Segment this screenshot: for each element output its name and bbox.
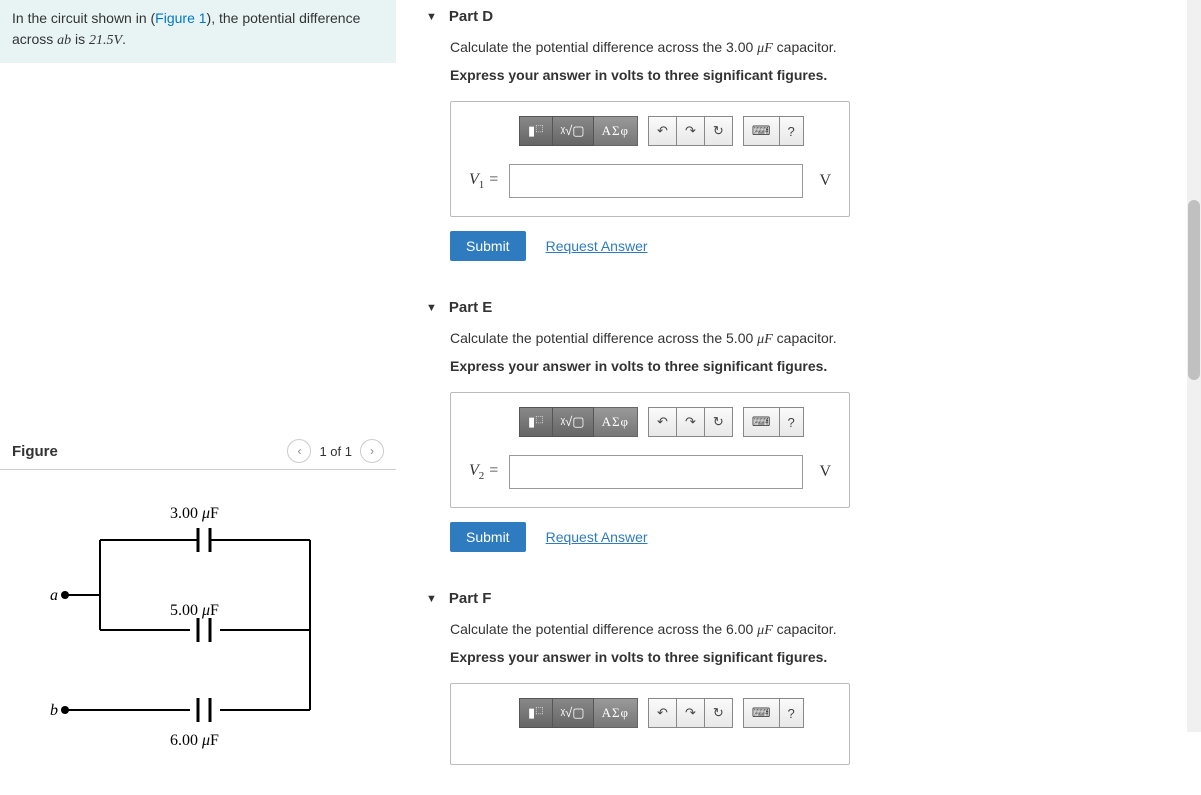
template-icon[interactable]: ▮⬚: [519, 698, 553, 728]
formula-toolbar: ▮⬚ᵡ√▢ΑΣφ ↶↷↻ ⌨?: [519, 116, 831, 146]
part-body: Calculate the potential difference acros…: [426, 330, 1181, 552]
greek-symbols-button[interactable]: ΑΣφ: [594, 698, 638, 728]
sigfig-text: Express your answer in volts to three si…: [450, 358, 1181, 374]
keyboard-icon[interactable]: ⌨: [743, 407, 780, 437]
reset-icon[interactable]: ↻: [705, 407, 733, 437]
action-row: Submit Request Answer: [450, 522, 1181, 552]
part-part-f: ▼ Part F Calculate the potential differenc…: [426, 582, 1181, 765]
greek-symbols-button[interactable]: ΑΣφ: [594, 407, 638, 437]
request-answer-link[interactable]: Request Answer: [546, 529, 648, 545]
part-part-d: ▼ Part D Calculate the potential differenc…: [426, 0, 1181, 261]
figure-count: 1 of 1: [319, 444, 352, 459]
sqrt-icon[interactable]: ᵡ√▢: [553, 116, 594, 146]
figure-next-button[interactable]: ›: [360, 439, 384, 463]
part-body: Calculate the potential difference acros…: [426, 39, 1181, 261]
part-title: Part E: [449, 299, 492, 316]
node-a-label: a: [50, 587, 58, 604]
sqrt-icon[interactable]: ᵡ√▢: [553, 698, 594, 728]
help-icon[interactable]: ?: [780, 698, 804, 728]
unit-label: V: [813, 172, 831, 190]
input-row: V2 = V: [469, 455, 831, 489]
input-row: V1 = V: [469, 164, 831, 198]
instruction-text: Calculate the potential difference acros…: [450, 39, 1181, 57]
part-title: Part D: [449, 8, 493, 25]
scrollbar[interactable]: [1187, 0, 1201, 732]
answer-input[interactable]: [509, 455, 803, 489]
template-icon[interactable]: ▮⬚: [519, 116, 553, 146]
cap2-label: 5.00 μF: [170, 602, 219, 619]
undo-icon[interactable]: ↶: [648, 116, 677, 146]
keyboard-icon[interactable]: ⌨: [743, 116, 780, 146]
part-part-e: ▼ Part E Calculate the potential differenc…: [426, 291, 1181, 552]
undo-icon[interactable]: ↶: [648, 698, 677, 728]
answer-box: ▮⬚ᵡ√▢ΑΣφ ↶↷↻ ⌨?: [450, 683, 850, 765]
collapse-icon: ▼: [426, 302, 437, 314]
variable-label: V2 =: [469, 462, 499, 482]
request-answer-link[interactable]: Request Answer: [546, 238, 648, 254]
keyboard-icon[interactable]: ⌨: [743, 698, 780, 728]
figure-header: Figure ‹ 1 of 1 ›: [0, 433, 396, 470]
part-header[interactable]: ▼ Part E: [426, 291, 1181, 330]
scroll-thumb[interactable]: [1188, 200, 1200, 380]
part-header[interactable]: ▼ Part D: [426, 0, 1181, 39]
variable-label: V1 =: [469, 171, 499, 191]
submit-button[interactable]: Submit: [450, 231, 526, 261]
problem-statement: In the circuit shown in (Figure 1), the …: [0, 0, 396, 63]
figure-body: 3.00 μF 5.00 μF 6.00 μF a b: [0, 470, 396, 780]
cap3-label: 6.00 μF: [170, 732, 219, 749]
greek-symbols-button[interactable]: ΑΣφ: [594, 116, 638, 146]
formula-toolbar: ▮⬚ᵡ√▢ΑΣφ ↶↷↻ ⌨?: [519, 407, 831, 437]
redo-icon[interactable]: ↷: [677, 407, 705, 437]
problem-is: is: [71, 31, 89, 47]
problem-var: ab: [57, 33, 71, 48]
redo-icon[interactable]: ↷: [677, 698, 705, 728]
problem-value: 21.5V: [89, 33, 122, 48]
circuit-diagram: 3.00 μF 5.00 μF 6.00 μF a b: [50, 500, 330, 750]
answer-box: ▮⬚ᵡ√▢ΑΣφ ↶↷↻ ⌨? V1 = V: [450, 101, 850, 217]
sigfig-text: Express your answer in volts to three si…: [450, 67, 1181, 83]
action-row: Submit Request Answer: [450, 231, 1181, 261]
reset-icon[interactable]: ↻: [705, 116, 733, 146]
problem-period: .: [122, 31, 126, 47]
formula-toolbar: ▮⬚ᵡ√▢ΑΣφ ↶↷↻ ⌨?: [519, 698, 831, 728]
undo-icon[interactable]: ↶: [648, 407, 677, 437]
problem-text-prefix: In the circuit shown in (: [12, 10, 155, 26]
part-title: Part F: [449, 590, 492, 607]
answer-input[interactable]: [509, 164, 803, 198]
template-icon[interactable]: ▮⬚: [519, 407, 553, 437]
instruction-text: Calculate the potential difference acros…: [450, 621, 1181, 639]
node-b-label: b: [50, 702, 58, 719]
figure-prev-button[interactable]: ‹: [287, 439, 311, 463]
collapse-icon: ▼: [426, 593, 437, 605]
unit-label: V: [813, 463, 831, 481]
redo-icon[interactable]: ↷: [677, 116, 705, 146]
submit-button[interactable]: Submit: [450, 522, 526, 552]
part-body: Calculate the potential difference acros…: [426, 621, 1181, 765]
help-icon[interactable]: ?: [780, 407, 804, 437]
reset-icon[interactable]: ↻: [705, 698, 733, 728]
cap1-label: 3.00 μF: [170, 505, 219, 522]
figure-nav: ‹ 1 of 1 ›: [287, 439, 384, 463]
collapse-icon: ▼: [426, 11, 437, 23]
help-icon[interactable]: ?: [780, 116, 804, 146]
figure-link[interactable]: Figure 1: [155, 10, 206, 26]
sqrt-icon[interactable]: ᵡ√▢: [553, 407, 594, 437]
instruction-text: Calculate the potential difference acros…: [450, 330, 1181, 348]
sigfig-text: Express your answer in volts to three si…: [450, 649, 1181, 665]
figure-title: Figure: [12, 443, 58, 460]
answer-box: ▮⬚ᵡ√▢ΑΣφ ↶↷↻ ⌨? V2 = V: [450, 392, 850, 508]
part-header[interactable]: ▼ Part F: [426, 582, 1181, 621]
